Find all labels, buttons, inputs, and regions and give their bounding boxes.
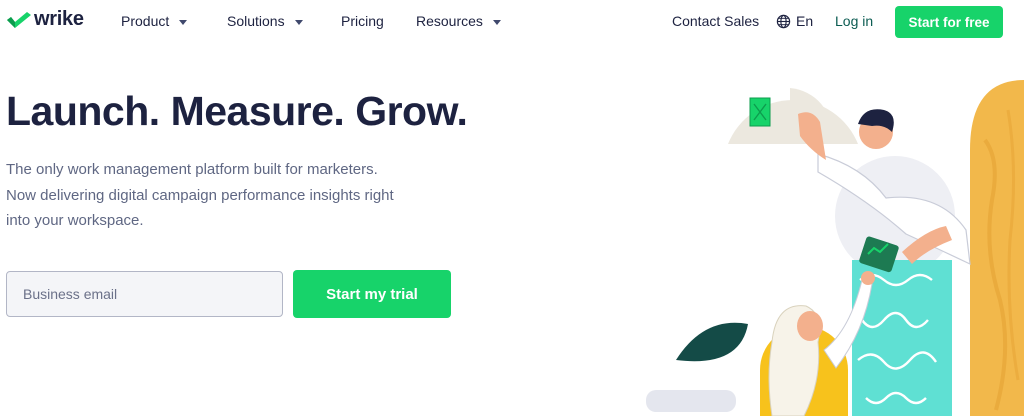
wrike-logo[interactable]: wrike (6, 8, 84, 31)
nav-solutions[interactable]: Solutions (227, 13, 303, 29)
chevron-down-icon (492, 19, 501, 25)
globe-icon (776, 14, 791, 28)
contact-sales-label: Contact Sales (672, 13, 760, 29)
hero-illustration (646, 80, 1024, 416)
start-for-free-button[interactable]: Start for free (895, 6, 1003, 38)
start-trial-button[interactable]: Start my trial (293, 270, 451, 318)
hero-subtitle-line: The only work management platform built … (6, 161, 378, 178)
hero-subtitle: The only work management platform built … (6, 157, 446, 234)
nav-pricing-label: Pricing (341, 13, 384, 29)
nav-resources-label: Resources (416, 13, 483, 29)
hero-subtitle-line: into your workspace. (6, 212, 144, 229)
language-selector[interactable]: En (776, 13, 813, 29)
business-email-input[interactable] (6, 271, 283, 317)
wrike-checkmark-icon (7, 11, 31, 28)
hero-subtitle-line: Now delivering digital campaign performa… (6, 186, 394, 204)
dark-leaf-shape (676, 322, 748, 362)
nav-solutions-label: Solutions (227, 13, 285, 29)
hero-title: Launch. Measure. Grow. (6, 88, 468, 134)
nav-resources[interactable]: Resources (416, 13, 501, 29)
nav-pricing[interactable]: Pricing (341, 13, 384, 29)
chevron-down-icon (179, 19, 188, 25)
top-navigation: wrike Product Solutions Pricing Resource… (0, 0, 1024, 44)
contact-sales-link[interactable]: Contact Sales (672, 13, 759, 29)
chevron-down-icon (294, 19, 303, 25)
logo-wordmark: wrike (34, 8, 84, 30)
nav-product[interactable]: Product (121, 13, 188, 29)
woman-face (797, 311, 823, 341)
nav-product-label: Product (121, 13, 170, 29)
login-link[interactable]: Log in (835, 13, 873, 29)
gray-base-shape (646, 390, 736, 412)
language-label: En (796, 13, 814, 29)
